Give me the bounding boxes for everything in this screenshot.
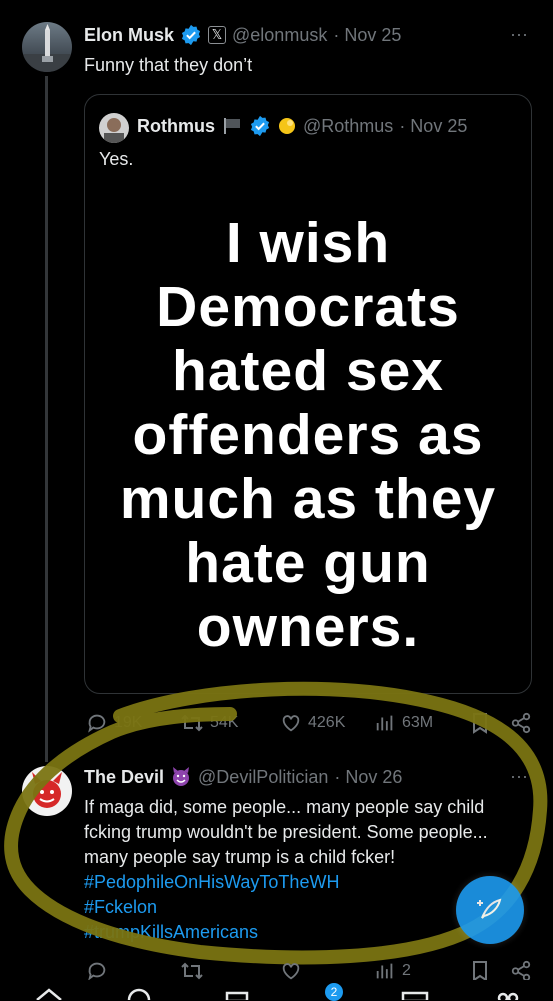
quote-text: Yes.: [99, 149, 134, 169]
thread-line: [45, 76, 48, 762]
compose-feather-icon: [477, 898, 502, 919]
rocket-launch-icon: [22, 24, 72, 72]
quote-avatar: [99, 113, 129, 143]
tweet-text: Funny that they don’t: [84, 55, 253, 75]
quote-author-handle: @Rothmus: [303, 115, 394, 136]
portrait-icon: [104, 118, 124, 143]
messages-icon[interactable]: [400, 990, 430, 1000]
views-button[interactable]: 2: [374, 960, 411, 982]
image-text-line: hate gun: [185, 531, 431, 595]
views-chart-icon: [376, 963, 393, 979]
search-icon[interactable]: [126, 988, 152, 1000]
repost-button[interactable]: [180, 960, 204, 982]
communities-icon[interactable]: [495, 990, 521, 1000]
share-icon: [511, 960, 531, 982]
flag-icon: [224, 118, 240, 134]
reply-button[interactable]: [86, 960, 108, 982]
more-options-icon[interactable]: ···: [510, 24, 528, 45]
quote-date: · Nov 25: [399, 115, 468, 136]
verified-badge-icon: [181, 24, 201, 46]
x-affiliate-icon: 𝕏: [208, 26, 227, 44]
verified-badge-icon: [250, 115, 270, 137]
grok-icon[interactable]: [224, 990, 250, 1000]
heart-icon: [282, 963, 300, 980]
views-count: 2: [402, 962, 411, 979]
image-text-line: Democrats: [156, 275, 460, 339]
repost-icon: [181, 962, 203, 980]
emoji-badge-icon: [279, 118, 295, 134]
author-name[interactable]: Elon Musk: [84, 25, 174, 46]
like-button[interactable]: [280, 960, 302, 982]
image-text-line: I wish: [225, 211, 391, 275]
image-text-line: owners.: [196, 595, 420, 659]
quoted-post[interactable]: Rothmus @Rothmus · Nov 25 Yes. I wish De…: [84, 94, 532, 694]
home-icon[interactable]: [34, 986, 64, 1000]
image-text-line: much as they: [119, 467, 497, 531]
reply-icon: [88, 962, 106, 981]
notifications-badge[interactable]: 2: [325, 983, 343, 1001]
post-date[interactable]: · Nov 25: [333, 25, 401, 46]
bookmark-icon: [473, 961, 487, 982]
bookmark-button[interactable]: [470, 960, 490, 982]
image-text-line: offenders as: [132, 403, 484, 467]
author-handle[interactable]: @elonmusk: [232, 25, 327, 46]
avatar[interactable]: [22, 22, 72, 72]
compose-button[interactable]: [456, 876, 524, 944]
image-text-line: hated sex: [172, 339, 444, 403]
bottom-navigation-bar: 2: [0, 980, 553, 1001]
quote-author-name: Rothmus: [137, 115, 215, 136]
share-button[interactable]: [510, 960, 532, 982]
